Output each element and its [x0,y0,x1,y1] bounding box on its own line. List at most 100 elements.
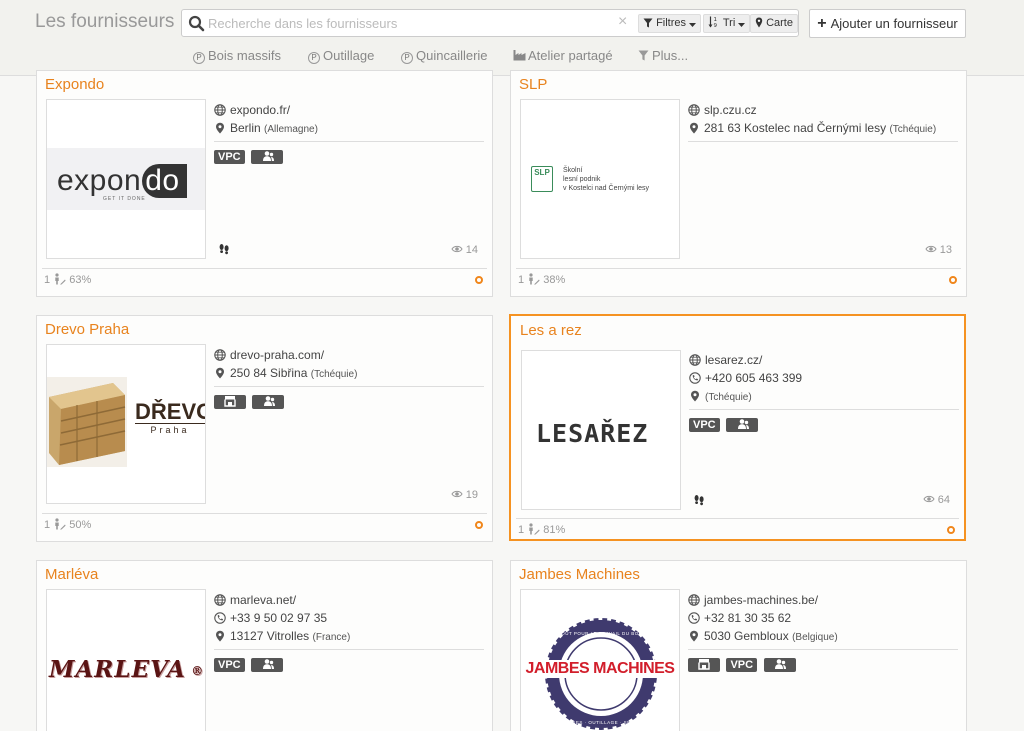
location-row: 250 84 Sibřina (Tchéquie) [214,364,484,382]
supplier-logo[interactable]: DŘEVO Praha [46,344,206,504]
location-row: Berlin (Allemagne) [214,119,484,137]
timber-stack-image [47,377,127,467]
footsteps-icon [219,244,229,255]
location-row: 13127 Vitrolles (France) [214,627,484,645]
divider [688,649,958,650]
map-marker-icon [216,630,224,642]
shop-badge [214,395,246,409]
visitor-icon [529,523,540,535]
website-row[interactable]: drevo-praha.com/ [214,346,484,364]
website-row[interactable]: expondo.fr/ [214,101,484,119]
supplier-name[interactable]: SLP [519,76,547,93]
category-plus[interactable]: Plus... [638,48,688,66]
supplier-info: drevo-praha.com/ 250 84 Sibřina (Tchéqui… [214,346,484,413]
globe-icon [689,354,701,366]
supplier-name[interactable]: Marléva [45,566,98,583]
status-dot[interactable] [475,276,483,284]
map-marker-icon [216,367,224,379]
phone-row[interactable]: +420 605 463 399 [689,369,959,387]
supplier-logo[interactable]: LESAŘEZ [521,350,681,510]
shop-badge [688,658,720,672]
search-box[interactable]: × Filtres 19 Tri Carte [181,9,799,37]
clear-search-icon[interactable]: × [618,13,627,31]
map-marker-icon [690,630,698,642]
supplier-card[interactable]: SLP SLP Školní lesní podnik v Kostelci n… [510,70,967,297]
view-count: 64 [923,494,950,506]
p-circle-icon: P [308,52,320,64]
supplier-info: slp.czu.cz 281 63 Kostelec nad Černými l… [688,101,958,150]
chevron-down-icon [738,23,746,27]
website-row[interactable]: slp.czu.cz [688,101,958,119]
globe-icon [688,104,700,116]
website-row[interactable]: jambes-machines.be/ [688,591,958,609]
supplier-name[interactable]: Drevo Praha [45,321,129,338]
p-circle-icon: P [401,52,413,64]
factory-icon [513,50,526,61]
globe-icon [214,349,226,361]
map-label: Carte [766,17,793,29]
category-quincaillerie[interactable]: P Quincaillerie [401,48,488,66]
location-row: 5030 Gembloux (Belgique) [688,627,958,645]
map-button[interactable]: Carte [750,14,798,33]
users-badge [763,658,796,672]
category-bois-massifs[interactable]: P Bois massifs [193,48,281,66]
vpc-badge: VPC [214,658,245,672]
users-badge [251,658,284,672]
visitor-icon [55,518,66,530]
category-atelier-partage[interactable]: Atelier partagé [513,48,613,66]
users-badge [726,418,759,432]
phone-icon [688,612,700,624]
status-dot[interactable] [475,521,483,529]
status-dot[interactable] [947,526,955,534]
users-icon [737,419,749,429]
page-title: Les fournisseurs [35,11,175,32]
category-outillage[interactable]: P Outillage [308,48,374,66]
search-input[interactable] [208,13,608,33]
eye-icon [451,245,463,253]
divider [688,141,958,142]
supplier-name[interactable]: Les a rez [520,322,582,339]
visitor-icon [55,273,66,285]
website-row[interactable]: lesarez.cz/ [689,351,959,369]
globe-icon [214,594,226,606]
map-marker-icon [690,122,698,134]
eye-icon [923,495,935,503]
add-supplier-button[interactable]: + Ajouter un fournisseur [809,9,966,38]
supplier-logo[interactable]: TOUT POUR LE TRAVAIL DU BOIS MACHINES · … [520,589,680,731]
website-row[interactable]: marleva.net/ [214,591,484,609]
phone-row[interactable]: +32 81 30 35 62 [688,609,958,627]
card-footer: 1 38% [516,268,961,290]
divider [214,386,484,387]
eye-icon [451,490,463,498]
supplier-card[interactable]: Drevo Praha DŘEVO Praha drevo-praha.com/… [36,315,493,542]
add-supplier-label: Ajouter un fournisseur [830,16,958,31]
phone-icon [689,372,701,384]
supplier-card[interactable]: Expondo expon do GET IT DONE expondo.fr/ … [36,70,493,297]
users-badge [251,150,284,164]
supplier-card-selected[interactable]: Les a rez LESAŘEZ lesarez.cz/ +420 605 4… [509,314,966,541]
supplier-name[interactable]: Jambes Machines [519,566,640,583]
top-bar: Les fournisseurs × Filtres 19 Tri Carte … [0,0,1024,76]
users-icon [263,396,275,406]
divider [214,649,484,650]
users-badge [252,395,285,409]
view-count: 13 [925,244,952,256]
vpc-badge: VPC [689,418,720,432]
supplier-name[interactable]: Expondo [45,76,104,93]
supplier-info: lesarez.cz/ +420 605 463 399 (Tchéquie) … [689,351,959,436]
supplier-logo[interactable]: expon do GET IT DONE [46,99,206,259]
funnel-icon [638,50,649,61]
phone-row[interactable]: +33 9 50 02 97 35 [214,609,484,627]
users-icon [262,151,274,161]
supplier-logo[interactable]: SLP Školní lesní podnik v Kostelci nad Č… [520,99,680,259]
map-marker-icon [755,17,763,28]
filters-button[interactable]: Filtres [638,14,702,33]
badge-row: VPC [214,658,484,676]
visitor-icon [529,273,540,285]
status-dot[interactable] [949,276,957,284]
footsteps-icon [694,495,704,506]
supplier-card[interactable]: Marléva MARLEVA ® marleva.net/ +33 9 50 … [36,560,493,731]
sort-button[interactable]: 19 Tri [703,14,751,33]
supplier-logo[interactable]: MARLEVA ® [46,589,206,731]
supplier-card[interactable]: Jambes Machines TOUT POUR LE TRAVAIL DU … [510,560,967,731]
